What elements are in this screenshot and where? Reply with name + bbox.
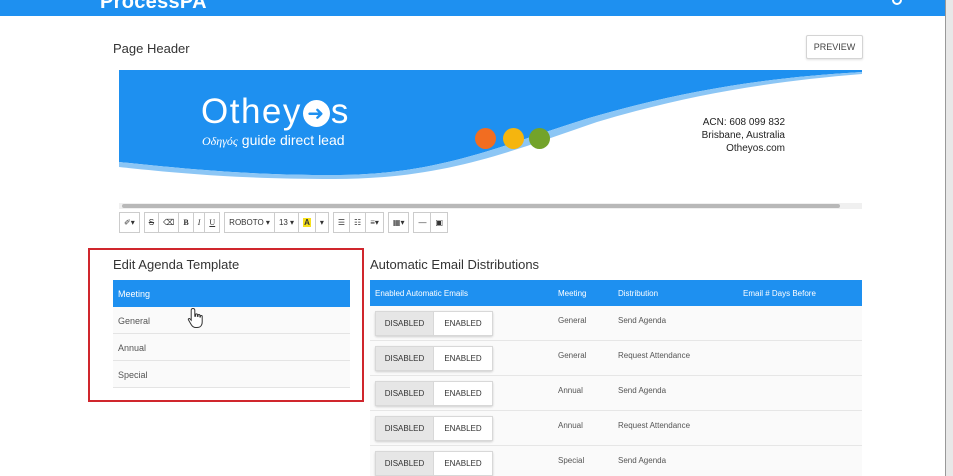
company-contact-info: ACN: 608 099 832 Brisbane, Australia Oth… xyxy=(702,116,785,155)
disabled-button[interactable]: DISABLED xyxy=(375,381,434,406)
row-meeting: General xyxy=(558,351,587,360)
table-insert-dropdown[interactable]: ▦▾ xyxy=(387,212,410,233)
row-distribution: Send Agenda xyxy=(618,316,667,325)
disabled-button[interactable]: DISABLED xyxy=(375,311,434,336)
row-distribution: Send Agenda xyxy=(618,456,667,465)
bullet-list-icon[interactable]: ☰ xyxy=(332,212,351,233)
table-row: DISABLED ENABLED Special Send Agenda xyxy=(370,446,862,476)
insert-image-icon[interactable]: ▣ xyxy=(431,212,449,233)
company-tagline: Οδηγός guide direct lead xyxy=(202,132,345,149)
tagline-greek: Οδηγός xyxy=(202,134,238,148)
contact-website: Otheyos.com xyxy=(726,143,785,154)
row-meeting: General xyxy=(558,316,587,325)
table-row: DISABLED ENABLED Annual Send Agenda xyxy=(370,376,862,411)
account-icon[interactable] xyxy=(892,0,902,5)
preview-button[interactable]: PREVIEW xyxy=(806,35,863,59)
enable-toggle: DISABLED ENABLED xyxy=(375,451,493,476)
header-days-before: Email # Days Before xyxy=(743,289,816,298)
agenda-item-annual[interactable]: Annual xyxy=(113,334,350,361)
enable-toggle: DISABLED ENABLED xyxy=(375,381,493,406)
table-row: DISABLED ENABLED General Send Agenda xyxy=(370,306,862,341)
agenda-item-meeting[interactable]: Meeting xyxy=(113,280,350,307)
green-dot-icon xyxy=(529,128,550,149)
text-color-dropdown[interactable]: ▾ xyxy=(315,212,329,233)
rich-text-toolbar: ✐▾ S ⌫ B I U ROBOTO ▾ 13 ▾ A ▾ ☰ ☷ ≡▾ ▦▾… xyxy=(119,212,449,233)
enabled-button[interactable]: ENABLED xyxy=(434,381,493,406)
hand-pointer-cursor-icon xyxy=(187,307,203,328)
agenda-section-title: Edit Agenda Template xyxy=(113,257,240,272)
enabled-button[interactable]: ENABLED xyxy=(434,416,493,441)
bold-button[interactable]: B xyxy=(179,212,194,233)
text-color-icon: A xyxy=(303,218,311,227)
font-family-select[interactable]: ROBOTO ▾ xyxy=(224,212,275,233)
paragraph-align-dropdown[interactable]: ≡▾ xyxy=(366,212,384,233)
header-distribution: Distribution xyxy=(618,289,659,298)
row-distribution: Send Agenda xyxy=(618,386,667,395)
enabled-button[interactable]: ENABLED xyxy=(434,451,493,476)
text-color-button[interactable]: A xyxy=(299,212,316,233)
horizontal-rule-icon[interactable]: — xyxy=(413,212,432,233)
table-row: DISABLED ENABLED General Request Attenda… xyxy=(370,341,862,376)
email-table-header: Enabled Automatic Emails Meeting Distrib… xyxy=(370,280,862,306)
header-enabled-emails: Enabled Automatic Emails xyxy=(375,289,468,298)
page-header-title: Page Header xyxy=(113,41,190,56)
email-table-body: DISABLED ENABLED General Send Agenda DIS… xyxy=(370,306,862,476)
enabled-button[interactable]: ENABLED xyxy=(434,346,493,371)
header-meeting: Meeting xyxy=(558,289,587,298)
enabled-button[interactable]: ENABLED xyxy=(434,311,493,336)
logo-text-part1: Othey xyxy=(201,92,302,131)
brand-logo[interactable]: ProcessPA xyxy=(100,0,207,14)
eraser-icon[interactable]: ⌫ xyxy=(159,212,180,233)
numbered-list-icon[interactable]: ☷ xyxy=(350,212,367,233)
window-frame-edge xyxy=(945,0,953,476)
disabled-button[interactable]: DISABLED xyxy=(375,416,434,441)
disabled-button[interactable]: DISABLED xyxy=(375,451,434,476)
contact-location: Brisbane, Australia xyxy=(701,130,785,141)
tagline-english: guide direct lead xyxy=(241,132,345,148)
top-app-bar: ProcessPA xyxy=(0,0,945,16)
table-row: DISABLED ENABLED Annual Request Attendan… xyxy=(370,411,862,446)
enable-toggle: DISABLED ENABLED xyxy=(375,346,493,371)
font-size-select[interactable]: 13 ▾ xyxy=(274,212,300,233)
banner-horizontal-scrollbar[interactable] xyxy=(119,203,862,209)
email-distributions-title: Automatic Email Distributions xyxy=(370,257,540,272)
scrollbar-thumb[interactable] xyxy=(122,204,840,208)
row-meeting: Annual xyxy=(558,386,583,395)
row-meeting: Special xyxy=(558,456,585,465)
yellow-dot-icon xyxy=(503,128,524,149)
magic-format-button[interactable]: ✐▾ xyxy=(119,212,140,233)
strikethrough-button[interactable]: S xyxy=(143,212,160,233)
disabled-button[interactable]: DISABLED xyxy=(375,346,434,371)
logo-text-part2: s xyxy=(330,92,350,131)
agenda-template-list: Meeting General Annual Special xyxy=(113,280,350,388)
row-distribution: Request Attendance xyxy=(618,421,691,430)
agenda-item-special[interactable]: Special xyxy=(113,361,350,388)
underline-button[interactable]: U xyxy=(205,212,221,233)
enable-toggle: DISABLED ENABLED xyxy=(375,416,493,441)
row-meeting: Annual xyxy=(558,421,583,430)
contact-acn: ACN: 608 099 832 xyxy=(702,117,785,128)
row-distribution: Request Attendance xyxy=(618,351,691,360)
arrow-right-icon: ➜ xyxy=(302,100,330,127)
orange-dot-icon xyxy=(475,128,496,149)
agenda-item-general[interactable]: General xyxy=(113,307,350,334)
company-logo-text: Othey ➜ s xyxy=(201,92,350,132)
enable-toggle: DISABLED ENABLED xyxy=(375,311,493,336)
header-banner-image[interactable]: Othey ➜ s Οδηγός guide direct lead ACN: 608… xyxy=(119,70,862,201)
italic-button[interactable]: I xyxy=(193,212,206,233)
